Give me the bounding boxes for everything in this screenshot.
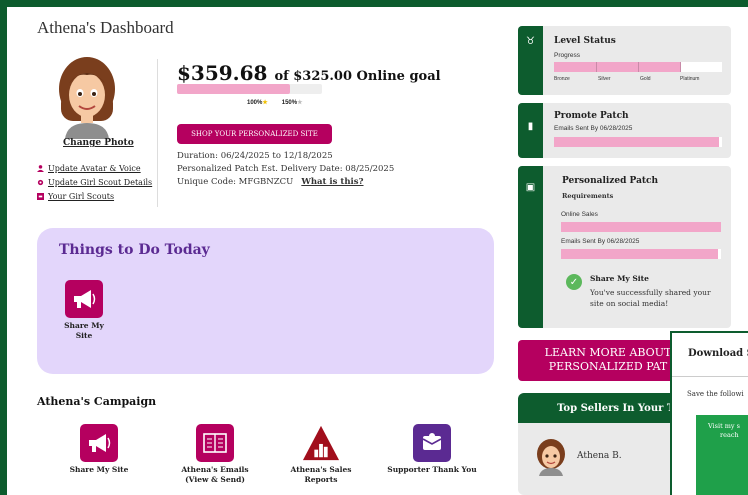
- milestone-100: 100%★: [247, 100, 268, 106]
- promote-patch-card: ▮ Promote Patch Emails Sent By 06/28/202…: [518, 103, 731, 158]
- your-girl-scouts-link[interactable]: Your Girl Scouts: [37, 192, 152, 201]
- campaign-thank-you[interactable]: Supporter Thank You: [382, 424, 482, 475]
- email-list-icon: [196, 424, 234, 462]
- tier-tick: [638, 62, 639, 72]
- campaign-sales-label: Athena's Sales Reports: [290, 465, 352, 484]
- update-details-link[interactable]: Update Girl Scout Details: [37, 178, 152, 187]
- modal-body-text: Save the followi: [687, 390, 744, 398]
- emails-sent-bar: [561, 249, 721, 259]
- gear-icon: [37, 179, 44, 186]
- milestone-150: 150%★: [281, 100, 303, 106]
- divider: [157, 59, 158, 207]
- emails-sent-fill: [561, 249, 718, 259]
- tier-bronze: Bronze: [554, 76, 570, 82]
- unique-code-row: Unique Code: MFGBNZCU What is this?: [177, 176, 394, 189]
- share-status-title: Share My Site: [590, 274, 649, 283]
- sales-amount: $359.68 of $325.00 Online goal: [177, 61, 441, 85]
- todo-share-my-site[interactable]: Share My Site: [59, 280, 109, 341]
- promote-patch-sub: Emails Sent By 06/28/2025: [554, 125, 633, 132]
- amount-value: $359.68: [177, 61, 268, 85]
- campaign-share-my-site[interactable]: Share My Site: [59, 424, 139, 475]
- personalized-patch-card: ▣ Personalized Patch Requirements Online…: [518, 166, 731, 328]
- emails-sent-label: Emails Sent By 06/28/2025: [561, 238, 640, 245]
- patch-delivery-text: Personalized Patch Est. Delivery Date: 0…: [177, 164, 395, 174]
- shop-personalized-site-button[interactable]: SHOP YOUR PERSONALIZED SITE: [177, 124, 332, 144]
- your-girl-scouts-label: Your Girl Scouts: [48, 192, 115, 201]
- star-empty-icon: ★: [297, 100, 303, 106]
- check-icon: ✓: [566, 274, 582, 290]
- seller-name: Athena B.: [577, 451, 622, 461]
- goal-text: of $325.00 Online goal: [274, 69, 441, 84]
- update-avatar-label: Update Avatar & Voice: [48, 164, 141, 173]
- download-modal: Download S Save the followi Visit my s r…: [670, 331, 748, 495]
- page-title: Athena's Dashboard: [37, 18, 174, 37]
- campaign-emails[interactable]: Athena's Emails (View & Send): [170, 424, 260, 485]
- campaign-share-label: Share My Site: [69, 465, 129, 474]
- megaphone-icon: [80, 424, 118, 462]
- unique-code-text: Unique Code: MFGBNZCU: [177, 177, 294, 187]
- goal-milestones: 100%★ 150%★: [247, 99, 303, 106]
- online-sales-fill: [561, 222, 721, 232]
- requirements-label: Requirements: [562, 192, 614, 200]
- dashboard-frame: Athena's Dashboard Change Photo Update A…: [7, 7, 748, 495]
- update-details-label: Update Girl Scout Details: [48, 178, 153, 187]
- envelope-icon: [413, 424, 451, 462]
- change-photo-link[interactable]: Change Photo: [63, 138, 134, 148]
- what-is-this-link[interactable]: What is this?: [301, 177, 363, 187]
- level-progress-label: Progress: [554, 52, 581, 59]
- campaign-info: Duration: 06/24/2025 to 12/18/2025 Perso…: [177, 150, 394, 189]
- level-progress-bar: [554, 62, 722, 72]
- level-status-card: ♉ Level Status Progress Bronze Silver Go…: [518, 26, 731, 95]
- goal-progress-bar: [177, 84, 322, 94]
- seller-avatar: [537, 439, 565, 476]
- things-to-do-panel: Things to Do Today Share My Site: [37, 228, 494, 374]
- online-sales-label: Online Sales: [561, 211, 598, 218]
- modal-share-card[interactable]: Visit my s reach: [696, 415, 748, 495]
- campaign-emails-label: Athena's Emails (View & Send): [181, 465, 249, 484]
- campaign-sales-reports[interactable]: Athena's Sales Reports: [281, 424, 361, 485]
- modal-title: Download S: [672, 333, 748, 377]
- personalized-patch-title: Personalized Patch: [562, 176, 659, 186]
- modal-green-line2: reach: [720, 431, 739, 439]
- campaign-thank-you-label: Supporter Thank You: [387, 465, 477, 474]
- tier-tick: [680, 62, 681, 72]
- update-avatar-link[interactable]: Update Avatar & Voice: [37, 164, 152, 173]
- bookmark-icon: ▮: [527, 121, 534, 132]
- share-status-text: You've successfully shared your site on …: [590, 288, 711, 308]
- goal-progress-fill: [177, 84, 291, 94]
- level-progress-fill: [554, 62, 680, 72]
- square-icon: [37, 193, 44, 200]
- tier-platinum: Platinum: [680, 76, 700, 82]
- promote-patch-title: Promote Patch: [554, 111, 629, 121]
- promote-progress-fill: [554, 137, 719, 147]
- star-filled-icon: ★: [262, 100, 268, 106]
- todo-share-label: Share My Site: [64, 321, 104, 340]
- person-icon: [37, 165, 44, 172]
- campaign-title: Athena's Campaign: [37, 395, 157, 408]
- modal-green-line1: Visit my s: [708, 422, 740, 430]
- megaphone-icon: [65, 280, 103, 318]
- bar-chart-icon: [302, 424, 340, 462]
- tier-silver: Silver: [598, 76, 611, 82]
- level-status-title: Level Status: [554, 36, 616, 46]
- online-sales-bar: [561, 222, 721, 232]
- duration-text: Duration: 06/24/2025 to 12/18/2025: [177, 151, 333, 161]
- ribbon-icon: ♉: [526, 36, 535, 47]
- tier-gold: Gold: [640, 76, 651, 82]
- promote-progress-bar: [554, 137, 722, 147]
- avatar[interactable]: [57, 55, 117, 139]
- patch-icon: ▣: [525, 182, 536, 193]
- tier-tick: [596, 62, 597, 72]
- profile-links: Update Avatar & Voice Update Girl Scout …: [37, 164, 152, 206]
- things-to-do-title: Things to Do Today: [59, 242, 210, 258]
